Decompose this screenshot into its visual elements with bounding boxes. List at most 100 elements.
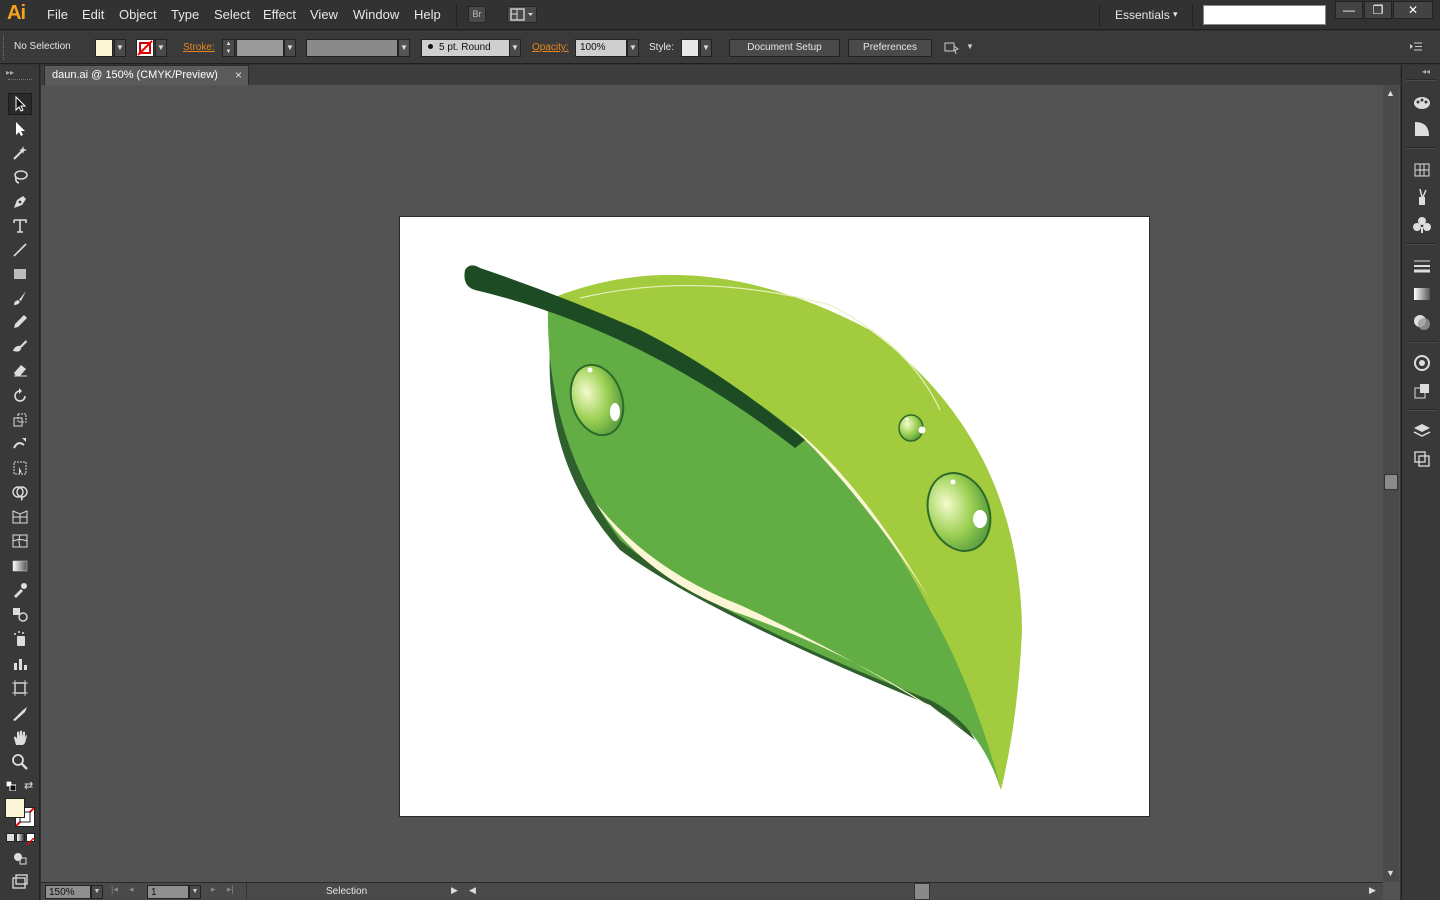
stroke-weight-field[interactable] [236, 39, 284, 57]
scale-tool-icon[interactable] [8, 409, 32, 431]
scroll-right-icon[interactable]: ▶ [1369, 885, 1376, 896]
menu-file[interactable]: File [47, 7, 68, 22]
gradient-tool-icon[interactable] [8, 555, 32, 577]
zoom-field[interactable]: 150% [45, 885, 91, 899]
next-artboard-icon[interactable]: ▸ [211, 884, 216, 895]
menu-select[interactable]: Select [214, 7, 250, 22]
hand-tool-icon[interactable] [8, 727, 32, 749]
expand-panels-icon[interactable]: ◂◂ [1422, 67, 1430, 76]
arrange-chevron-icon[interactable]: ▼ [966, 42, 974, 51]
selection-tool-icon[interactable] [8, 93, 32, 115]
gradient-panel-icon[interactable] [1412, 284, 1432, 304]
tools-grip[interactable] [8, 79, 32, 82]
first-artboard-icon[interactable]: |◂ [111, 884, 118, 895]
last-artboard-icon[interactable]: ▸| [227, 884, 234, 895]
menu-effect[interactable]: Effect [263, 7, 296, 22]
brush-dropdown[interactable]: ▼ [509, 39, 521, 57]
close-button[interactable]: ✕ [1393, 1, 1433, 19]
menu-help[interactable]: Help [414, 7, 441, 22]
stroke-weight-stepper[interactable]: ▲ ▼ [222, 39, 235, 57]
pen-tool-icon[interactable] [8, 191, 32, 213]
mesh-tool-icon[interactable] [8, 530, 32, 552]
lasso-tool-icon[interactable] [8, 166, 32, 188]
collapse-tools-icon[interactable]: ▸▸ [6, 68, 14, 77]
leaf-artwork[interactable] [400, 217, 1149, 816]
menu-type[interactable]: Type [171, 7, 199, 22]
artboard-tool-icon[interactable] [8, 677, 32, 699]
scroll-up-icon[interactable]: ▲ [1386, 88, 1395, 98]
eyedropper-tool-icon[interactable] [8, 579, 32, 601]
previous-artboard-icon[interactable]: ◂ [129, 884, 134, 895]
opacity-dropdown[interactable]: ▼ [627, 39, 639, 57]
bridge-button[interactable]: Br [468, 6, 486, 23]
color-mode-icon[interactable] [6, 833, 15, 842]
magic-wand-tool-icon[interactable] [8, 142, 32, 164]
slice-tool-icon[interactable] [8, 703, 32, 725]
draw-mode-icon[interactable] [8, 847, 32, 869]
stroke-weight-dropdown[interactable]: ▼ [284, 39, 296, 57]
transparency-panel-icon[interactable] [1412, 312, 1432, 332]
preferences-button[interactable]: Preferences [848, 39, 932, 57]
rotate-tool-icon[interactable] [8, 385, 32, 407]
gradient-mode-icon[interactable] [16, 833, 25, 842]
shape-builder-tool-icon[interactable] [8, 482, 32, 504]
vertical-scrollbar[interactable]: ▲ ▼ [1383, 85, 1399, 882]
opacity-label[interactable]: Opacity: [532, 42, 569, 53]
swap-colors-icon[interactable]: ⇄ [24, 779, 36, 792]
fill-color-swatch[interactable] [95, 39, 113, 57]
minimize-button[interactable]: — [1335, 1, 1363, 19]
menu-window[interactable]: Window [353, 7, 399, 22]
stroke-panel-icon[interactable] [1412, 256, 1432, 276]
fill-dropdown[interactable]: ▼ [114, 39, 126, 57]
document-tab[interactable]: daun.ai @ 150% (CMYK/Preview) × [44, 65, 249, 85]
panel-menu-icon[interactable] [1409, 41, 1423, 53]
document-setup-button[interactable]: Document Setup [729, 39, 840, 57]
brushes-panel-icon[interactable] [1412, 187, 1432, 207]
opacity-field[interactable]: 100% [575, 39, 627, 57]
artboard-dropdown[interactable]: ▼ [189, 885, 201, 899]
stroke-color-swatch[interactable] [136, 39, 154, 57]
artboard[interactable] [399, 216, 1150, 817]
blob-brush-tool-icon[interactable] [8, 335, 32, 357]
document-tab-close-icon[interactable]: × [235, 68, 242, 82]
zoom-dropdown[interactable]: ▼ [91, 885, 103, 899]
variable-width-dropdown[interactable]: ▼ [398, 39, 410, 57]
workspace-chevron-icon[interactable]: ▾ [1173, 9, 1178, 20]
graphic-styles-panel-icon[interactable] [1412, 381, 1432, 401]
stroke-dropdown[interactable]: ▼ [155, 39, 167, 57]
appearance-panel-icon[interactable] [1412, 353, 1432, 373]
horizontal-scroll-thumb[interactable] [914, 883, 930, 900]
style-dropdown[interactable]: ▼ [700, 39, 712, 57]
menu-edit[interactable]: Edit [82, 7, 104, 22]
search-input[interactable] [1203, 5, 1326, 25]
type-tool-icon[interactable] [8, 215, 32, 237]
warp-tool-icon[interactable] [8, 433, 32, 455]
vertical-scroll-thumb[interactable] [1384, 474, 1398, 490]
zoom-tool-icon[interactable] [8, 751, 32, 773]
rectangle-tool-icon[interactable] [8, 263, 32, 285]
none-mode-icon[interactable] [26, 833, 35, 846]
menu-view[interactable]: View [310, 7, 338, 22]
brush-definition-field[interactable]: 5 pt. Round [421, 39, 510, 57]
line-tool-icon[interactable] [8, 239, 32, 261]
fill-color-indicator[interactable] [5, 798, 25, 818]
arrange-documents-button[interactable] [507, 6, 537, 23]
color-panel-icon[interactable] [1412, 92, 1432, 112]
variable-width-profile[interactable] [306, 39, 398, 57]
direct-selection-tool-icon[interactable] [8, 118, 32, 140]
pencil-tool-icon[interactable] [8, 311, 32, 333]
color-guide-panel-icon[interactable] [1412, 119, 1432, 139]
paintbrush-tool-icon[interactable] [8, 287, 32, 309]
menu-object[interactable]: Object [119, 7, 157, 22]
artboards-panel-icon[interactable] [1412, 449, 1432, 469]
default-colors-icon[interactable] [5, 780, 17, 792]
symbols-panel-icon[interactable] [1412, 215, 1432, 235]
column-graph-tool-icon[interactable] [8, 653, 32, 675]
free-transform-tool-icon[interactable] [8, 457, 32, 479]
layers-panel-icon[interactable] [1412, 421, 1432, 441]
workspace-switcher[interactable]: Essentials [1115, 8, 1170, 22]
blend-tool-icon[interactable] [8, 603, 32, 625]
eraser-tool-icon[interactable] [8, 359, 32, 381]
control-bar-grip[interactable] [3, 35, 6, 60]
scroll-down-icon[interactable]: ▼ [1386, 868, 1395, 878]
